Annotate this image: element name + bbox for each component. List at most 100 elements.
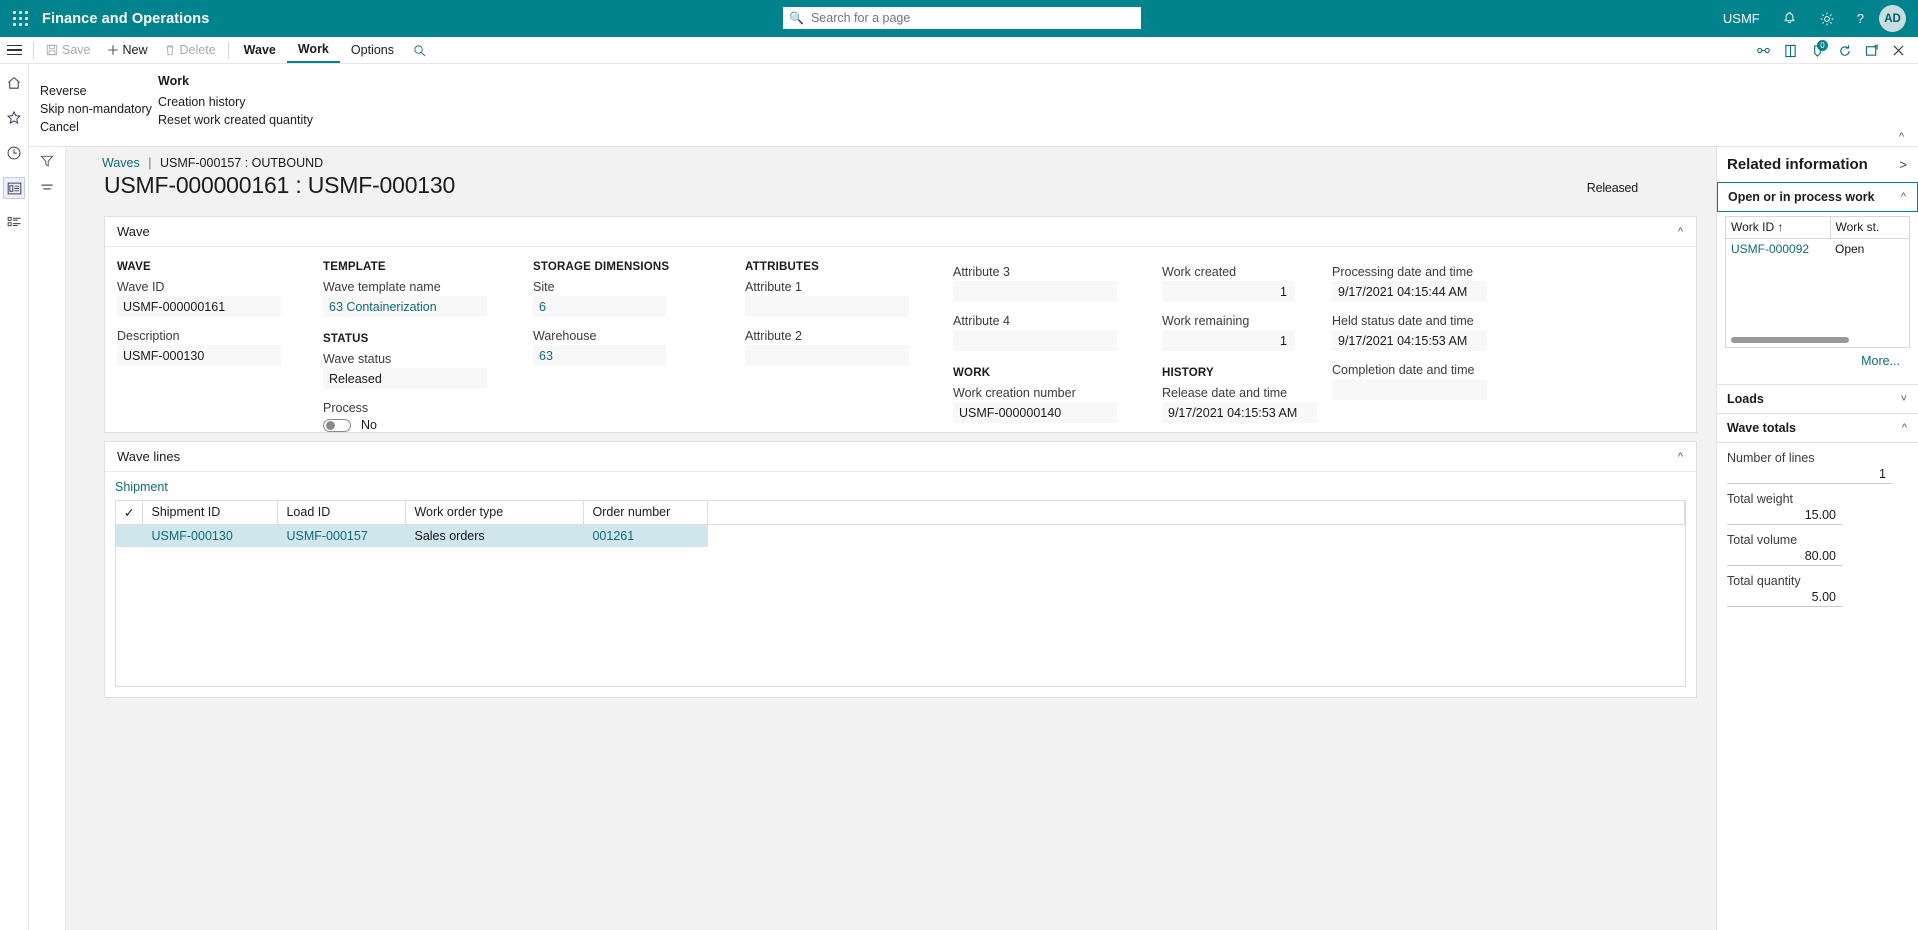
save-button[interactable]: Save: [38, 38, 99, 63]
column-order-number[interactable]: Order number: [583, 501, 709, 525]
ribbon-item-cancel[interactable]: Cancel: [40, 118, 152, 136]
history-group-header: HISTORY: [1162, 367, 1214, 379]
bell-icon[interactable]: [1771, 0, 1808, 37]
work-creation-number-value[interactable]: USMF-000000140: [953, 402, 1117, 423]
wave-id-value[interactable]: USMF-000000161: [117, 296, 281, 317]
close-icon[interactable]: [1885, 37, 1912, 64]
home-icon[interactable]: [3, 72, 25, 94]
workspaces-icon[interactable]: [3, 177, 25, 199]
refresh-icon[interactable]: [1831, 37, 1858, 64]
filter-icon[interactable]: [40, 154, 54, 168]
wave-status-field: Wave status Released: [323, 351, 508, 389]
completion-date-value[interactable]: [1332, 379, 1487, 400]
chevron-up-icon[interactable]: ^: [1678, 226, 1683, 238]
tab-work-label: Work: [297, 42, 329, 56]
divider: [33, 41, 34, 59]
more-link[interactable]: More...: [1725, 348, 1910, 376]
section-wave-totals-header[interactable]: Wave totals ^: [1717, 414, 1918, 442]
section-wave-totals-title: Wave totals: [1727, 421, 1797, 435]
cell-work-id[interactable]: USMF-000092: [1726, 238, 1830, 259]
cell-shipment-id[interactable]: USMF-000130: [142, 524, 278, 547]
attachment-icon[interactable]: [1777, 37, 1804, 64]
release-date-value[interactable]: 9/17/2021 04:15:53 AM: [1162, 402, 1317, 423]
attribute2-field: Attribute 2: [745, 328, 915, 366]
wave-lines-fasttab-header[interactable]: Wave lines ^: [105, 442, 1696, 472]
breadcrumb-root[interactable]: Waves: [102, 156, 140, 170]
app-launcher-icon[interactable]: [0, 0, 42, 37]
cell-work-order-type[interactable]: Sales orders: [405, 524, 584, 547]
avatar[interactable]: AD: [1879, 5, 1906, 32]
column-load-id[interactable]: Load ID: [277, 501, 407, 525]
wave-lines-fasttab: Wave lines ^ Shipment ✓ Shipment ID Load…: [104, 441, 1697, 698]
attribute2-value[interactable]: [745, 345, 909, 366]
section-open-work-header[interactable]: Open or in process work ^: [1718, 183, 1917, 211]
cell-work-status[interactable]: Open: [1830, 238, 1909, 259]
cell-load-id[interactable]: USMF-000157: [277, 524, 406, 547]
attribute4-value[interactable]: [953, 330, 1117, 351]
site-value[interactable]: 6: [533, 296, 666, 317]
work-remaining-value[interactable]: 1: [1162, 330, 1295, 351]
work-remaining-field: Work remaining 1: [1162, 313, 1337, 351]
global-search[interactable]: 🔍: [783, 7, 1141, 29]
processing-date-value[interactable]: 9/17/2021 04:15:44 AM: [1332, 281, 1487, 302]
notes-icon[interactable]: 0: [1804, 37, 1831, 64]
wave-template-name-value[interactable]: 63 Containerization: [323, 296, 487, 317]
ribbon-item-creation-history[interactable]: Creation history: [158, 93, 313, 111]
warehouse-value[interactable]: 63: [533, 345, 666, 366]
gear-icon[interactable]: [1808, 0, 1846, 37]
delete-button[interactable]: Delete: [156, 38, 224, 63]
table-row[interactable]: USMF-000130 USMF-000157 Sales orders 001…: [116, 524, 1685, 547]
total-number-of-lines-value[interactable]: 1: [1727, 466, 1892, 484]
column-work-status[interactable]: Work st.: [1830, 217, 1909, 239]
select-all-checkbox[interactable]: ✓: [116, 501, 144, 525]
tab-options[interactable]: Options: [340, 38, 405, 63]
popout-icon[interactable]: [1858, 37, 1885, 64]
ribbon-item-reverse[interactable]: Reverse: [40, 82, 152, 100]
description-value[interactable]: USMF-000130: [117, 345, 281, 366]
processing-date-label: Processing date and time: [1332, 265, 1474, 279]
table-row[interactable]: USMF-000092 Open: [1726, 238, 1909, 259]
work-created-value[interactable]: 1: [1162, 281, 1295, 302]
storage-group-header: STORAGE DIMENSIONS: [533, 261, 670, 273]
chevron-up-icon[interactable]: ^: [1899, 131, 1904, 143]
modules-list-icon[interactable]: [3, 212, 25, 234]
ribbon-item-skip-non-mandatory[interactable]: Skip non-mandatory: [40, 100, 152, 118]
held-status-date-value[interactable]: 9/17/2021 04:15:53 AM: [1332, 330, 1487, 351]
attribute3-field: Attribute 3: [953, 264, 1128, 302]
total-volume-value[interactable]: 80.00: [1727, 548, 1842, 566]
wave-status-value[interactable]: Released: [323, 368, 487, 389]
hamburger-icon[interactable]: [0, 37, 29, 64]
chevron-up-icon[interactable]: ^: [1678, 451, 1683, 463]
find-button[interactable]: [405, 38, 434, 63]
attribute3-value[interactable]: [953, 281, 1117, 302]
tab-work[interactable]: Work: [286, 38, 340, 63]
relationship-icon[interactable]: [1750, 37, 1777, 64]
horizontal-scrollbar[interactable]: [1731, 337, 1849, 343]
breadcrumb-current: USMF-000157 : OUTBOUND: [159, 156, 324, 170]
recent-clock-icon[interactable]: [3, 142, 25, 164]
total-weight-value[interactable]: 15.00: [1727, 507, 1842, 525]
chevron-up-icon[interactable]: ^: [1901, 191, 1906, 203]
wave-fasttab-header[interactable]: Wave ^: [105, 217, 1696, 247]
column-work-id[interactable]: Work ID ↑: [1726, 217, 1831, 239]
chevron-down-icon[interactable]: ˅: [1901, 393, 1907, 405]
column-shipment-id[interactable]: Shipment ID: [142, 501, 279, 525]
column-work-order-type[interactable]: Work order type: [405, 501, 585, 525]
company-selector[interactable]: USMF: [1712, 0, 1771, 37]
cell-order-number[interactable]: 001261: [583, 524, 708, 547]
ribbon-item-reset-work-created-quantity[interactable]: Reset work created quantity: [158, 111, 313, 129]
attribute1-value[interactable]: [745, 296, 909, 317]
chevron-right-icon[interactable]: >: [1899, 157, 1907, 172]
new-button[interactable]: New: [99, 38, 156, 63]
favorites-star-icon[interactable]: [3, 107, 25, 129]
row-select-cell[interactable]: [116, 524, 143, 547]
total-quantity-value[interactable]: 5.00: [1727, 589, 1842, 607]
tab-wave[interactable]: Wave: [233, 38, 287, 63]
search-input[interactable]: [808, 10, 1135, 26]
view-options-icon[interactable]: [40, 182, 54, 192]
question-icon[interactable]: ?: [1846, 0, 1875, 37]
section-loads-header[interactable]: Loads ˅: [1717, 385, 1918, 413]
process-toggle[interactable]: [323, 418, 351, 432]
chevron-up-icon[interactable]: ^: [1902, 422, 1907, 434]
tab-shipment[interactable]: Shipment: [115, 480, 168, 494]
